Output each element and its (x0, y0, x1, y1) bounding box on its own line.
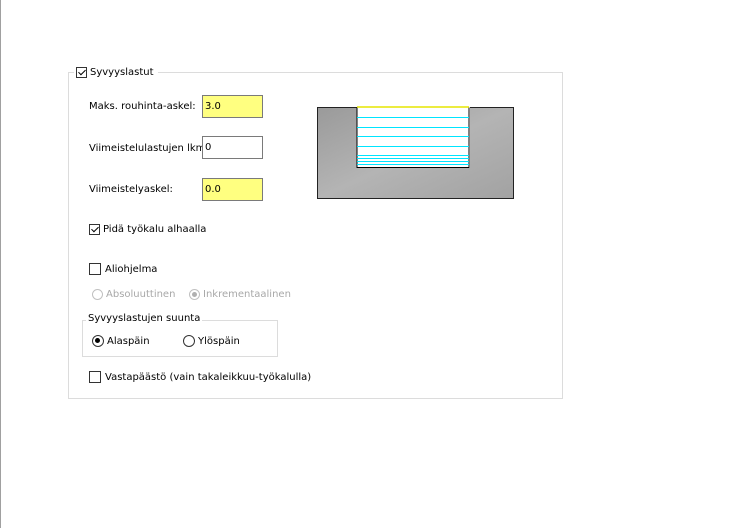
incremental-radio[interactable] (189, 289, 200, 300)
direction-down-radio[interactable] (92, 335, 104, 347)
depth-cuts-checkbox[interactable] (76, 66, 87, 78)
direction-down-option[interactable]: Alaspäin (92, 335, 150, 347)
incremental-label: Inkrementaalinen (203, 289, 291, 300)
direction-up-option[interactable]: Ylöspäin (183, 335, 240, 347)
finish-count-input[interactable] (202, 136, 263, 159)
absolute-radio[interactable] (92, 289, 103, 300)
finish-step-input[interactable] (202, 178, 263, 201)
direction-up-radio[interactable] (183, 335, 195, 347)
incremental-option[interactable]: Inkrementaalinen (189, 289, 291, 300)
finish-count-label: Viimeistelulastujen lkm: (89, 143, 209, 154)
absolute-label: Absoluuttinen (106, 289, 176, 300)
direction-down-label: Alaspäin (107, 335, 150, 347)
back-facing-label: Vastapäästö (vain takaleikkuu-työkalulla… (105, 371, 312, 383)
absolute-option[interactable]: Absoluuttinen (92, 289, 175, 300)
window-left-border (0, 0, 1, 528)
keep-tool-down-checkbox[interactable] (89, 224, 100, 235)
back-facing-row[interactable]: Vastapäästö (vain takaleikkuu-työkalulla… (89, 371, 311, 383)
subprogram-row[interactable]: Aliohjelma (89, 263, 157, 275)
depth-cut-diagram (317, 106, 514, 199)
keep-tool-down-row[interactable]: Pidä työkalu alhaalla (89, 224, 206, 235)
max-rough-step-label: Maks. rouhinta-askel: (89, 101, 196, 112)
depth-cuts-label: Syvyyslastut (90, 66, 154, 78)
max-rough-step-input[interactable] (202, 95, 263, 118)
subprogram-label: Aliohjelma (105, 263, 158, 275)
direction-title: Syvyyslastujen suunta (86, 313, 203, 324)
finish-step-label: Viimeistelyaskel: (89, 184, 173, 195)
depth-cuts-group-header[interactable]: Syvyyslastut (74, 65, 158, 79)
back-facing-checkbox[interactable] (89, 371, 101, 383)
subprogram-checkbox[interactable] (89, 263, 101, 275)
direction-up-label: Ylöspäin (198, 335, 240, 347)
keep-tool-down-label: Pidä työkalu alhaalla (103, 224, 207, 235)
